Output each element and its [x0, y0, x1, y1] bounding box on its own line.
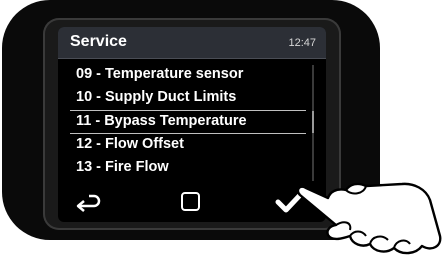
clock: 12:47 [288, 37, 316, 49]
menu-item-flow-offset[interactable]: 12 - Flow Offset [76, 133, 184, 155]
page-title: Service [70, 33, 127, 50]
scrollbar-thumb[interactable] [312, 111, 314, 133]
menu-item-label: Temperature sensor [105, 66, 244, 82]
menu-item-bypass-temperature[interactable]: 11 - Bypass Temperature [76, 110, 247, 132]
menu-item-number: 11 - [76, 113, 101, 129]
menu-item-number: 10 - [76, 89, 101, 105]
menu-item-number: 09 - [76, 66, 101, 82]
pointing-hand-icon [296, 182, 442, 255]
menu-item-temperature-sensor[interactable]: 09 - Temperature sensor [76, 63, 243, 85]
menu-item-number: 13 - [76, 159, 101, 175]
back-arrow-icon [76, 194, 101, 212]
menu-item-supply-duct-limits[interactable]: 10 - Supply Duct Limits [76, 86, 236, 108]
square-icon [181, 192, 200, 211]
menu-item-label: Supply Duct Limits [105, 89, 237, 105]
home-button[interactable] [171, 187, 211, 217]
header-bar: Service 12:47 [58, 27, 326, 59]
menu-item-fire-flow[interactable]: 13 - Fire Flow [76, 156, 169, 178]
menu-item-label: Fire Flow [105, 159, 169, 175]
footer-bar [58, 183, 326, 222]
display-screen: Service 12:47 09 - Temperature sensor 10 … [58, 27, 326, 222]
back-button[interactable] [68, 187, 108, 217]
menu-item-label: Flow Offset [105, 136, 184, 152]
menu-item-label: Bypass Temperature [104, 113, 247, 129]
menu-item-number: 12 - [76, 136, 101, 152]
